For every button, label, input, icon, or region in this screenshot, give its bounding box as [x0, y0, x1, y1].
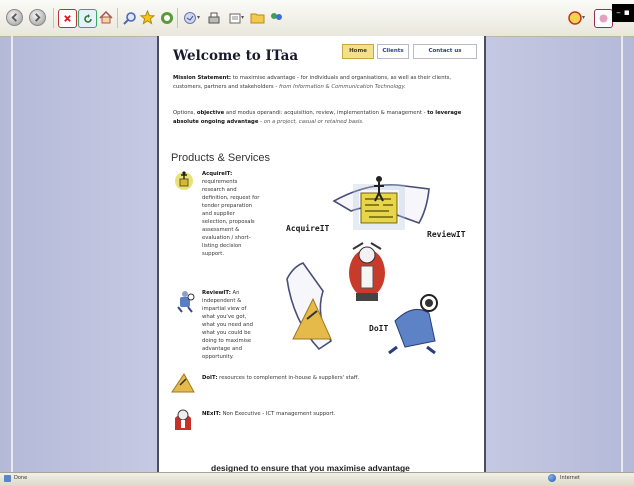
- folder-icon[interactable]: [249, 9, 266, 26]
- services-diagram: [279, 171, 449, 360]
- window-controls[interactable]: – ▪: [612, 4, 634, 22]
- browser-toolbar: ▾ ▾ ▾ – ▪: [0, 0, 634, 37]
- acquire-text: AcquireIT: requirements research and def…: [202, 171, 260, 257]
- review-text: ReviewIT: An independent & impartial vie…: [202, 290, 253, 360]
- messenger-icon[interactable]: [268, 9, 285, 26]
- search-icon[interactable]: [121, 9, 138, 26]
- products-heading: Products & Services: [171, 152, 271, 164]
- nexit-figure-icon: [172, 406, 194, 436]
- dropdown-arrow-icon[interactable]: ▾: [241, 14, 244, 21]
- home-icon[interactable]: [97, 9, 114, 26]
- history-icon[interactable]: [158, 9, 175, 26]
- research-icon[interactable]: [594, 9, 613, 28]
- stop-icon[interactable]: [58, 9, 77, 28]
- right-edge: [621, 36, 623, 472]
- favorites-icon[interactable]: [139, 9, 156, 26]
- zone-text: Internet: [560, 475, 580, 481]
- dropdown-arrow-icon[interactable]: ▾: [582, 14, 585, 21]
- status-bar: Done Internet: [0, 472, 634, 486]
- dropdown-arrow-icon[interactable]: ▾: [197, 14, 200, 21]
- print-icon[interactable]: [205, 9, 222, 26]
- mail-icon[interactable]: [181, 9, 198, 26]
- options-text: Options, objective and modus operandi: a…: [173, 110, 462, 125]
- review-figure-icon: [173, 289, 197, 317]
- left-edge: [11, 36, 13, 472]
- page-icon: [4, 475, 11, 482]
- diagram-label-reviewit: ReviewIT: [427, 230, 466, 239]
- nexit-text: NExIT: Non Executive - ICT management su…: [202, 411, 336, 417]
- doit-figure-icon: [170, 371, 196, 397]
- nav-home[interactable]: Home: [342, 44, 374, 59]
- internet-zone-icon: [548, 474, 556, 482]
- refresh-icon[interactable]: [78, 9, 97, 28]
- norton-icon[interactable]: [566, 9, 583, 26]
- forward-icon[interactable]: [29, 9, 46, 26]
- nav-clients[interactable]: Clients: [377, 44, 409, 59]
- diagram-label-doit: DoIT: [369, 324, 389, 333]
- mission-statement: Mission Statement: to maximise advantage…: [173, 75, 452, 90]
- acquire-figure-icon: [174, 170, 194, 196]
- status-text: Done: [14, 475, 28, 481]
- nav-contact-us[interactable]: Contact us: [413, 44, 477, 59]
- doit-text: DoIT: resources to complement in-house &…: [202, 375, 360, 381]
- page-title: Welcome to ITaa: [173, 48, 299, 64]
- diagram-label-acquireit: AcquireIT: [286, 224, 330, 233]
- page-content: Welcome to ITaa Home Clients Contact us …: [157, 36, 486, 473]
- back-icon[interactable]: [6, 9, 23, 26]
